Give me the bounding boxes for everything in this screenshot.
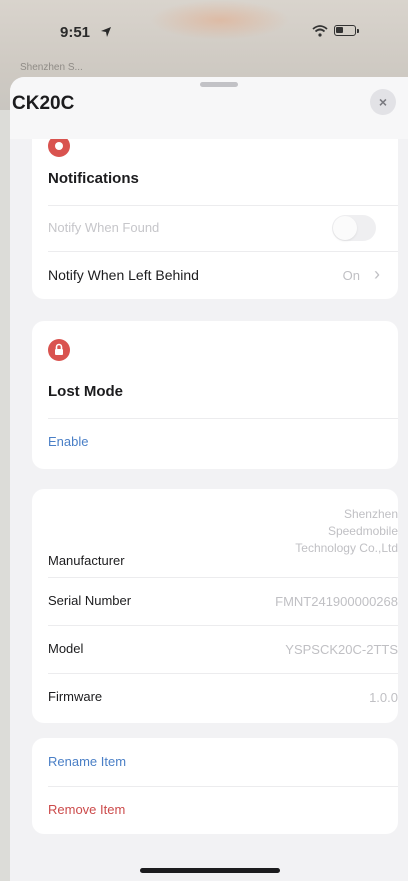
close-icon: ×: [378, 94, 388, 110]
lost-mode-title: Lost Mode: [48, 383, 123, 400]
sheet-header: CK20C ×: [10, 77, 408, 139]
device-info-card: Manufacturer Shenzhen Speedmobile Techno…: [32, 489, 398, 723]
manufacturer-row: Manufacturer Shenzhen Speedmobile Techno…: [48, 489, 398, 577]
notify-when-left-behind-row[interactable]: Notify When Left Behind On ›: [48, 251, 398, 299]
screen: Shenzhen S... 9:51 CK20C × Notifications…: [0, 0, 408, 881]
status-bar: 9:51: [0, 0, 408, 60]
divider: [48, 418, 398, 419]
model-row: Model YSPSCK20C-2TTS: [48, 625, 398, 673]
close-button[interactable]: ×: [370, 89, 396, 115]
serial-number-row: Serial Number FMNT241900000268: [48, 577, 398, 625]
model-value: YSPSCK20C-2TTS: [285, 642, 398, 657]
item-actions-card: Rename Item Remove Item: [32, 738, 398, 834]
item-detail-sheet: CK20C × Notifications Notify When Found: [10, 77, 408, 881]
sheet-title: CK20C: [12, 93, 75, 114]
home-indicator[interactable]: [140, 868, 280, 873]
divider: [48, 786, 398, 787]
remove-item-button[interactable]: Remove Item: [48, 802, 398, 817]
location-arrow-icon: [101, 27, 111, 37]
notify-when-left-behind-label: Notify When Left Behind: [48, 267, 199, 283]
wifi-icon: [312, 25, 328, 37]
battery-icon: [334, 25, 359, 36]
lost-mode-card: Lost Mode Enable: [32, 321, 398, 469]
firmware-row: Firmware 1.0.0: [48, 673, 398, 723]
rename-item-button[interactable]: Rename Item: [48, 754, 398, 769]
sheet-grabber[interactable]: [200, 82, 238, 87]
model-label: Model: [48, 641, 84, 656]
notify-when-left-behind-value: On: [342, 268, 360, 283]
notify-when-found-toggle[interactable]: [332, 215, 376, 241]
notify-when-found-label: Notify When Found: [48, 220, 160, 235]
notify-when-found-row: Notify When Found: [48, 205, 398, 251]
map-label: Shenzhen S...: [20, 62, 83, 73]
manufacturer-label: Manufacturer: [48, 553, 125, 568]
toggle-knob: [333, 216, 357, 240]
notifications-title: Notifications: [48, 170, 139, 187]
manufacturer-value: Shenzhen Speedmobile Technology Co.,Ltd: [295, 506, 398, 557]
enable-lost-mode-button[interactable]: Enable: [48, 434, 398, 449]
serial-number-label: Serial Number: [48, 593, 132, 608]
serial-number-value: FMNT241900000268: [275, 594, 398, 609]
manufacturer-value-line: Speedmobile: [327, 524, 398, 538]
manufacturer-value-line: Shenzhen: [343, 507, 398, 521]
manufacturer-value-line: Technology Co.,Ltd: [295, 541, 398, 555]
firmware-value: 1.0.0: [369, 690, 398, 705]
lock-section-icon: [48, 339, 70, 361]
status-time: 9:51: [60, 24, 91, 41]
firmware-label: Firmware: [48, 689, 103, 704]
notifications-card: Notifications Notify When Found Notify W…: [32, 113, 398, 299]
chevron-right-icon: ›: [374, 264, 380, 284]
